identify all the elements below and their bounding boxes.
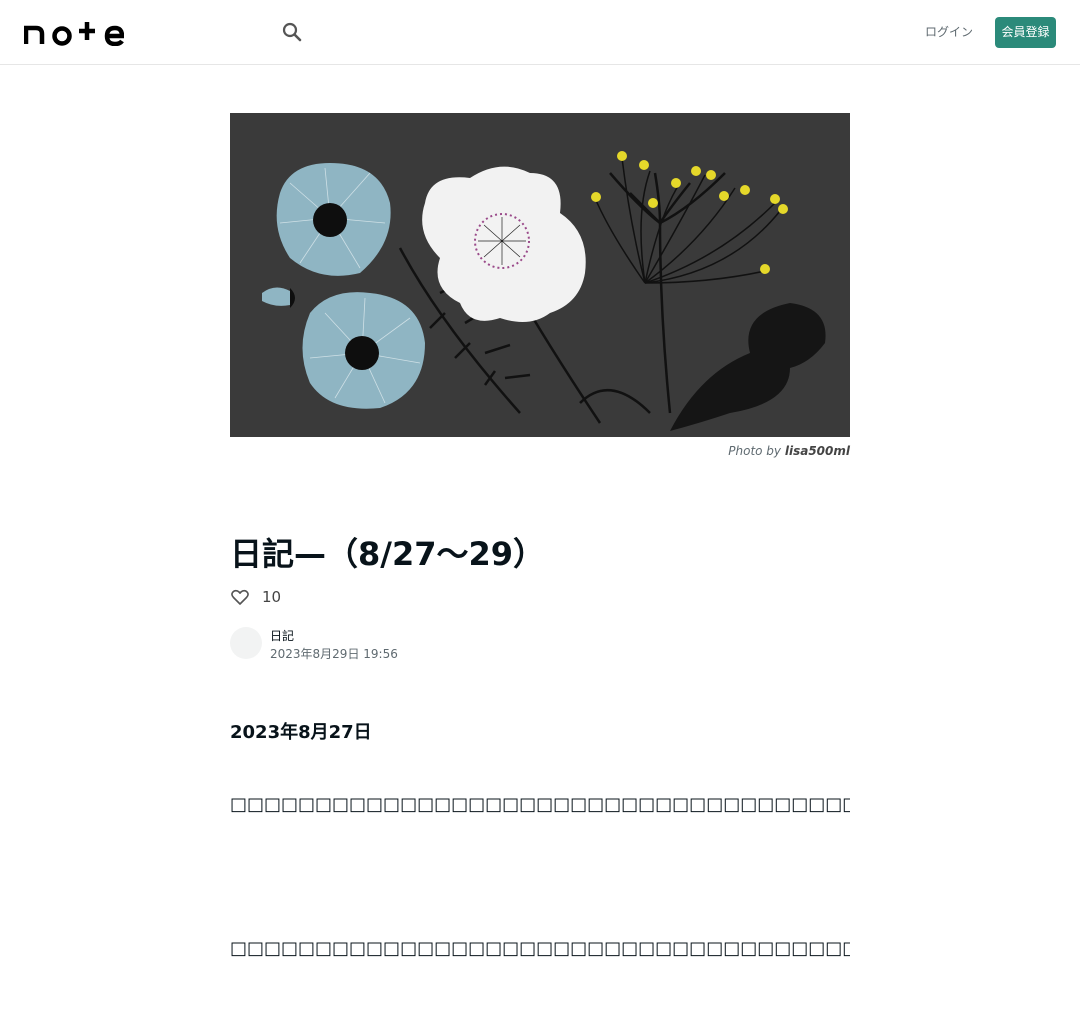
search-icon[interactable] [280,20,304,44]
article-title: 日記—（8/27〜29） [230,535,546,573]
photo-credit-prefix: Photo by [728,444,782,458]
heart-icon[interactable] [230,587,250,607]
note-logo[interactable] [24,18,124,46]
photo-credit: Photo by lisa500ml [600,443,850,459]
site-header: ログイン 会員登録 [0,0,1080,65]
signup-button[interactable]: 会員登録 [995,17,1056,48]
like-row: 10 [230,585,281,609]
avatar[interactable] [230,627,262,659]
like-count: 10 [262,588,282,606]
date-heading: 2023年8月27日 [230,722,372,743]
body-paragraph-1: □□□□□□□□□□□□□□□□□□□□□□□□□□□□□□□□□□□□□□□□… [230,794,850,815]
hero-image [230,113,850,437]
author-name[interactable]: 日記 [270,628,294,644]
body-paragraph-2: □□□□□□□□□□□□□□□□□□□□□□□□□□□□□□□□□□□□□□□□… [230,938,850,959]
login-link[interactable]: ログイン [918,22,980,42]
flower-illustration [230,113,850,437]
post-date: 2023年8月29日 19:56 [270,647,398,661]
photo-credit-user[interactable]: lisa500ml [785,444,850,458]
